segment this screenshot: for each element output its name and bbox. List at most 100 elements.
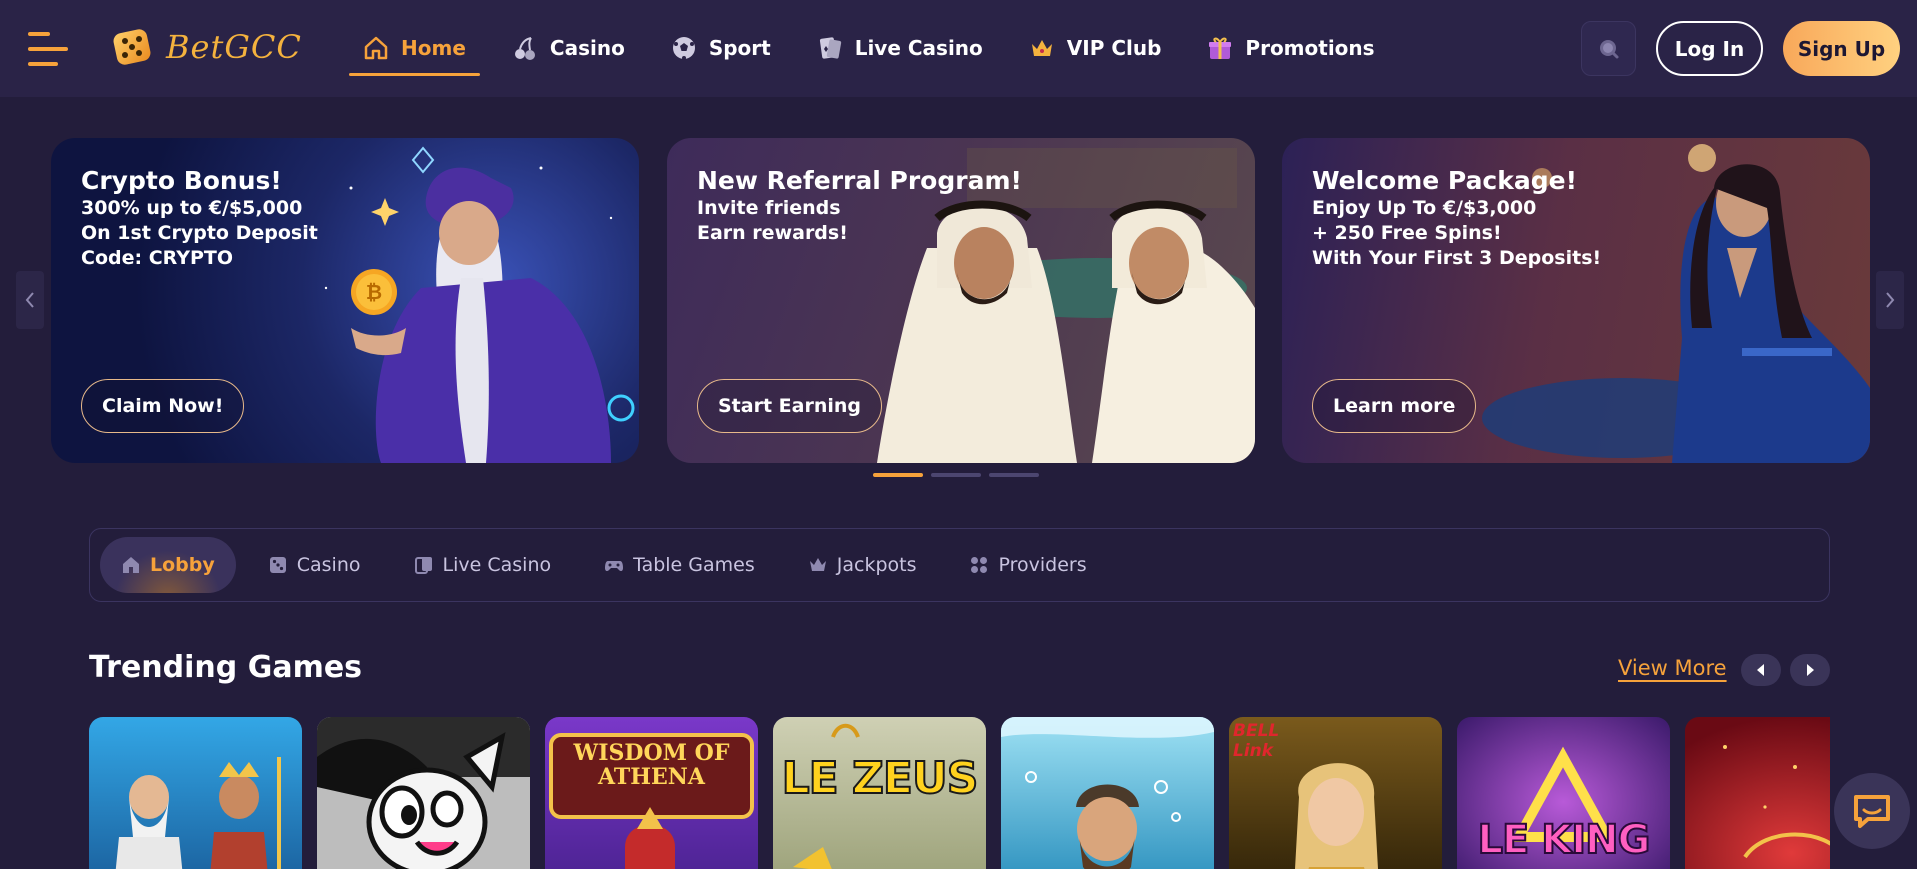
nav-promotions-label: Promotions xyxy=(1245,36,1375,60)
view-more-link[interactable]: View More xyxy=(1618,656,1727,680)
svg-text:₿: ₿ xyxy=(366,280,382,304)
banner-line: 300% up to €/$5,000 xyxy=(81,197,303,219)
menu-icon[interactable] xyxy=(28,32,70,66)
gift-icon xyxy=(1209,37,1232,59)
home-icon xyxy=(364,36,388,60)
tab-lobby[interactable]: Lobby xyxy=(100,537,236,593)
main-nav: Home Casino Sport Live Casino VIP Club P… xyxy=(349,20,1407,76)
logo-text: BetGCC xyxy=(166,28,302,66)
trending-games-strip: WISDOM OF ATHENA LE ZEUS BELL Link LE KI… xyxy=(89,717,1830,869)
tab-providers[interactable]: Providers xyxy=(948,537,1107,593)
banner-welcome-text: Welcome Package! Enjoy Up To €/$3,000 + … xyxy=(1312,166,1601,271)
signup-button[interactable]: Sign Up xyxy=(1783,21,1900,76)
banner-title: Welcome Package! xyxy=(1312,166,1578,195)
banner-line: Enjoy Up To €/$3,000 xyxy=(1312,197,1537,219)
learn-more-button[interactable]: Learn more xyxy=(1312,379,1477,433)
game-title: LE KING xyxy=(1477,816,1652,864)
banner-title: Crypto Bonus! xyxy=(81,166,282,195)
live-cards-icon xyxy=(414,557,432,574)
cherries-icon xyxy=(514,37,535,60)
caret-left-icon xyxy=(1757,664,1764,676)
game-title: LE ZEUS xyxy=(781,752,980,805)
card-hand-icon xyxy=(819,37,841,59)
carousel-dot-1[interactable] xyxy=(873,473,923,477)
nav-promotions[interactable]: Promotions xyxy=(1193,20,1388,76)
game-title: BELL Link xyxy=(1233,721,1280,761)
chat-bubble-icon xyxy=(1854,795,1890,828)
game-card[interactable] xyxy=(317,717,530,869)
banner-line: + 250 Free Spins! xyxy=(1312,222,1502,244)
nav-sport-label: Sport xyxy=(708,36,771,60)
chevron-left-icon xyxy=(25,292,34,308)
banner-line: Code: CRYPTO xyxy=(81,247,234,269)
tab-lobby-label: Lobby xyxy=(150,554,215,576)
nav-home-label: Home xyxy=(401,36,466,60)
trending-games-title: Trending Games xyxy=(89,650,363,685)
dice-icon xyxy=(269,557,286,573)
start-earning-button[interactable]: Start Earning xyxy=(697,379,882,433)
tab-live-casino-label: Live Casino xyxy=(442,554,552,576)
game-card[interactable] xyxy=(1001,717,1214,869)
banner-crypto-text: Crypto Bonus! 300% up to €/$5,000 On 1st… xyxy=(81,166,318,271)
soccer-ball-icon xyxy=(672,37,695,60)
carousel-dot-3[interactable] xyxy=(989,473,1039,477)
trending-prev-button[interactable] xyxy=(1741,654,1781,686)
game-card[interactable]: LE ZEUS xyxy=(773,717,986,869)
game-thumbnail xyxy=(89,717,302,869)
tab-table-games-label: Table Games xyxy=(633,554,755,576)
banner-referral-text: New Referral Program! Invite friends Ear… xyxy=(697,166,1022,246)
top-header: BetGCC Home Casino Sport Live Casino VIP… xyxy=(0,0,1917,97)
login-button[interactable]: Log In xyxy=(1656,21,1763,76)
banner-line: Invite friends xyxy=(697,197,841,219)
game-card[interactable]: WISDOM OF ATHENA xyxy=(545,717,758,869)
game-card[interactable]: BELL Link xyxy=(1229,717,1442,869)
gamepad-icon xyxy=(605,561,624,572)
live-chat-button[interactable] xyxy=(1834,773,1910,849)
nav-home[interactable]: Home xyxy=(349,20,480,76)
search-icon xyxy=(1600,40,1619,59)
carousel-prev-button[interactable] xyxy=(16,271,44,329)
nav-casino-label: Casino xyxy=(549,36,625,60)
chevron-right-icon xyxy=(1886,292,1895,308)
tab-casino-label: Casino xyxy=(296,554,361,576)
nav-vip-club[interactable]: VIP Club xyxy=(1015,20,1176,76)
carousel-dot-2[interactable] xyxy=(931,473,981,477)
tab-table-games[interactable]: Table Games xyxy=(583,537,776,593)
carousel-pagination xyxy=(873,473,1039,477)
carousel-next-button[interactable] xyxy=(1876,271,1904,329)
game-thumbnail xyxy=(317,717,530,869)
providers-grid-icon xyxy=(971,557,988,573)
trending-next-button[interactable] xyxy=(1790,654,1830,686)
game-thumbnail xyxy=(1001,717,1214,869)
game-card[interactable]: LE KING xyxy=(1457,717,1670,869)
dice-logo-icon xyxy=(113,29,151,65)
jackpot-crown-icon xyxy=(809,558,826,571)
tab-jackpots-label: Jackpots xyxy=(836,554,917,576)
banner-line: Earn rewards! xyxy=(697,222,848,244)
game-card[interactable] xyxy=(1685,717,1830,869)
banner-line: On 1st Crypto Deposit xyxy=(81,222,318,244)
banner-welcome-package[interactable]: Welcome Package! Enjoy Up To €/$3,000 + … xyxy=(1282,138,1870,463)
nav-live-casino[interactable]: Live Casino xyxy=(803,20,997,76)
tab-jackpots[interactable]: Jackpots xyxy=(787,537,938,593)
banner-referral-program[interactable]: New Referral Program! Invite friends Ear… xyxy=(667,138,1255,463)
banner-crypto-bonus[interactable]: ₿ Crypto Bonus! 300% up to €/$5,000 On 1… xyxy=(51,138,639,463)
nav-vip-club-label: VIP Club xyxy=(1066,36,1162,60)
banner-line: With Your First 3 Deposits! xyxy=(1312,247,1602,269)
nav-live-casino-label: Live Casino xyxy=(854,36,983,60)
caret-right-icon xyxy=(1807,664,1814,676)
claim-now-button[interactable]: Claim Now! xyxy=(81,379,245,433)
nav-sport[interactable]: Sport xyxy=(657,20,785,76)
site-logo[interactable]: BetGCC xyxy=(112,28,302,66)
tab-providers-label: Providers xyxy=(998,554,1087,576)
tab-live-casino[interactable]: Live Casino xyxy=(393,537,573,593)
game-card[interactable] xyxy=(89,717,302,869)
wizard-illustration: ₿ xyxy=(324,146,635,463)
category-tabs-bar: Lobby Casino Live Casino Table Games Jac… xyxy=(89,528,1830,602)
banner-title: New Referral Program! xyxy=(697,166,1022,195)
tab-casino[interactable]: Casino xyxy=(247,537,382,593)
lobby-home-icon xyxy=(123,557,139,573)
game-thumbnail xyxy=(1685,717,1830,869)
nav-casino[interactable]: Casino xyxy=(498,20,639,76)
search-button[interactable] xyxy=(1581,21,1636,76)
